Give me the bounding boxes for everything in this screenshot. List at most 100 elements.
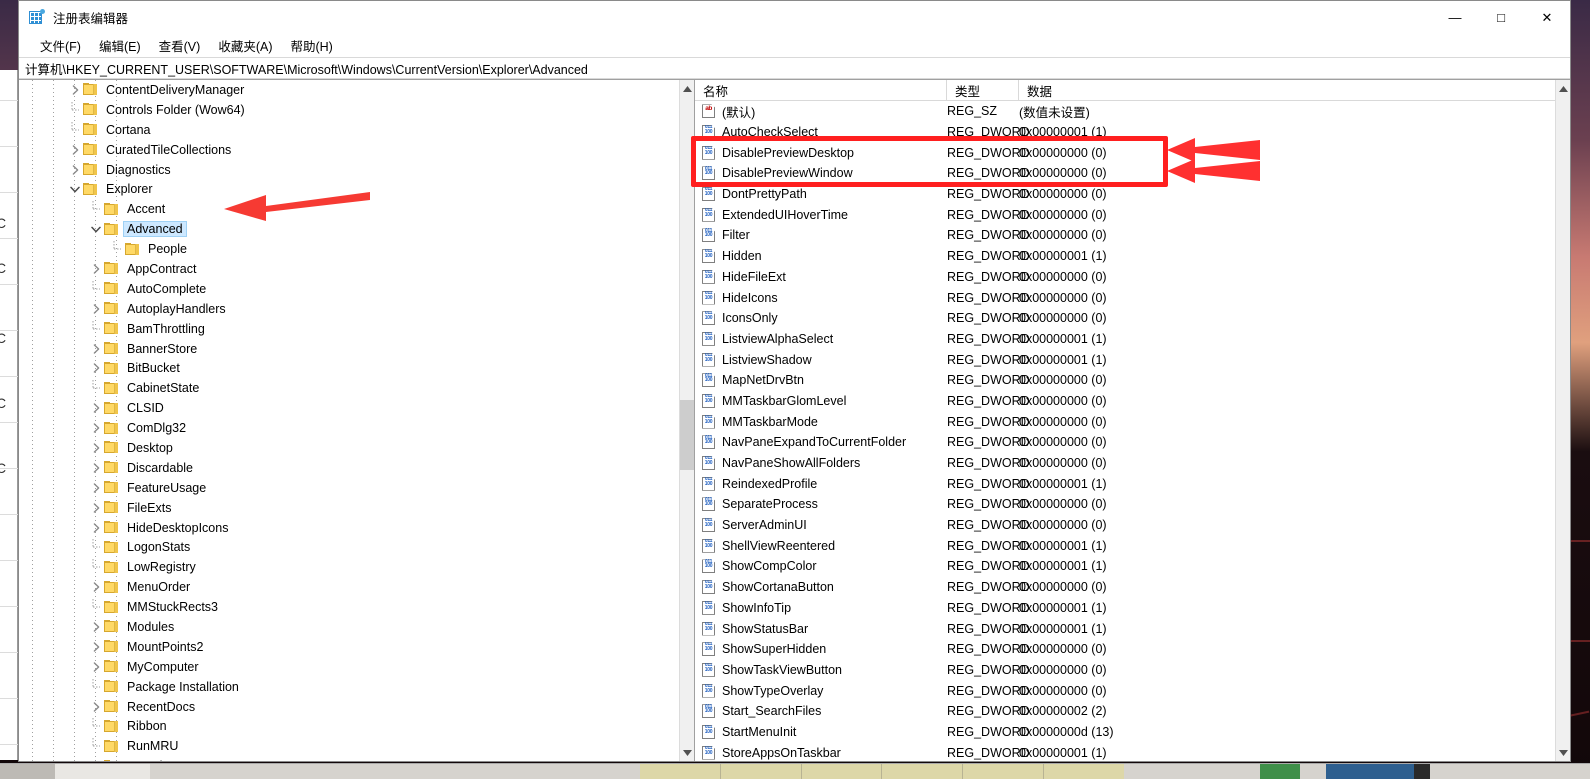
- tree-item-explorer[interactable]: Explorer: [19, 179, 679, 199]
- tree-item-menuorder[interactable]: MenuOrder: [19, 577, 679, 597]
- menu-item-0[interactable]: 文件(F): [31, 33, 90, 58]
- tree-item-search[interactable]: Search: [19, 756, 679, 761]
- tree-item-mycomputer[interactable]: MyComputer: [19, 657, 679, 677]
- registry-values-pane[interactable]: 名称 类型 数据 ab (默认) REG_SZ (数值未设置) 011 100 AutoCh…: [695, 80, 1570, 761]
- chevron-right-icon[interactable]: [88, 341, 104, 357]
- chevron-right-icon[interactable]: [88, 420, 104, 436]
- table-row[interactable]: 011 100 IconsOnly REG_DWORD 0x00000000 (0): [695, 308, 1555, 329]
- table-row[interactable]: 011 100 Hidden REG_DWORD 0x00000001 (1): [695, 246, 1555, 267]
- table-row[interactable]: 011 100 StoreAppsOnTaskbar REG_DWORD 0x00000…: [695, 742, 1555, 761]
- chevron-down-icon[interactable]: [88, 221, 104, 237]
- table-row[interactable]: 011 100 ShowTaskViewButton REG_DWORD 0x00000…: [695, 660, 1555, 681]
- tree-item-hidedesktopicons[interactable]: HideDesktopIcons: [19, 518, 679, 538]
- tree-item-curatedtilecollections[interactable]: CuratedTileCollections: [19, 140, 679, 160]
- tree-item-desktop[interactable]: Desktop: [19, 438, 679, 458]
- chevron-right-icon[interactable]: [88, 659, 104, 675]
- taskbar-segment[interactable]: [1326, 764, 1415, 779]
- table-row[interactable]: 011 100 Filter REG_DWORD 0x00000000 (0): [695, 225, 1555, 246]
- tree-item-clsid[interactable]: CLSID: [19, 398, 679, 418]
- tree-item-mountpoints2[interactable]: MountPoints2: [19, 637, 679, 657]
- tree-item-diagnostics[interactable]: Diagnostics: [19, 160, 679, 180]
- tree-item-lowregistry[interactable]: LowRegistry: [19, 557, 679, 577]
- table-row[interactable]: 011 100 AutoCheckSelect REG_DWORD 0x00000001…: [695, 122, 1555, 143]
- table-row[interactable]: 011 100 ShowCompColor REG_DWORD 0x00000001 (…: [695, 556, 1555, 577]
- chevron-right-icon[interactable]: [88, 758, 104, 761]
- tree-item-recentdocs[interactable]: RecentDocs: [19, 697, 679, 717]
- registry-tree-pane[interactable]: ContentDeliveryManager Controls Folder (W…: [19, 80, 695, 761]
- close-button[interactable]: ✕: [1524, 1, 1570, 33]
- taskbar-segment[interactable]: [1044, 764, 1125, 779]
- chevron-right-icon[interactable]: [88, 360, 104, 376]
- tree-item-featureusage[interactable]: FeatureUsage: [19, 478, 679, 498]
- taskbar[interactable]: [0, 763, 1590, 779]
- tree-item-controls-folder-wow64-[interactable]: Controls Folder (Wow64): [19, 100, 679, 120]
- tree-item-logonstats[interactable]: LogonStats: [19, 537, 679, 557]
- table-row[interactable]: 011 100 ShellViewReentered REG_DWORD 0x00000…: [695, 535, 1555, 556]
- tree-item-runmru[interactable]: RunMRU: [19, 736, 679, 756]
- chevron-right-icon[interactable]: [67, 142, 83, 158]
- table-row[interactable]: 011 100 Start_SearchFiles REG_DWORD 0x000000…: [695, 701, 1555, 722]
- tree-item-discardable[interactable]: Discardable: [19, 458, 679, 478]
- taskbar-segment[interactable]: [882, 764, 963, 779]
- table-row[interactable]: 011 100 NavPaneShowAllFolders REG_DWORD 0x00…: [695, 453, 1555, 474]
- list-scroll-down-arrow[interactable]: [1556, 744, 1570, 761]
- tree-item-advanced[interactable]: Advanced: [19, 219, 679, 239]
- column-header-name[interactable]: 名称: [695, 80, 947, 101]
- tree-scroll-up-arrow[interactable]: [680, 80, 694, 97]
- chevron-right-icon[interactable]: [88, 520, 104, 536]
- table-row[interactable]: 011 100 DisablePreviewDesktop REG_DWORD 0x00…: [695, 142, 1555, 163]
- taskbar-segment[interactable]: [149, 764, 640, 779]
- taskbar-segment[interactable]: [0, 764, 55, 779]
- taskbar-segment[interactable]: [1414, 764, 1431, 779]
- taskbar-segment[interactable]: [1124, 764, 1261, 779]
- chevron-right-icon[interactable]: [88, 261, 104, 277]
- tree-item-package-installation[interactable]: Package Installation: [19, 677, 679, 697]
- maximize-button[interactable]: □: [1478, 1, 1524, 33]
- chevron-down-icon[interactable]: [67, 181, 83, 197]
- tree-item-contentdeliverymanager[interactable]: ContentDeliveryManager: [19, 80, 679, 100]
- column-header-type[interactable]: 类型: [947, 80, 1019, 101]
- tree-item-bamthrottling[interactable]: BamThrottling: [19, 319, 679, 339]
- chevron-right-icon[interactable]: [67, 82, 83, 98]
- table-row[interactable]: 011 100 ListviewAlphaSelect REG_DWORD 0x0000…: [695, 329, 1555, 350]
- minimize-button[interactable]: —: [1432, 1, 1478, 33]
- chevron-right-icon[interactable]: [88, 460, 104, 476]
- taskbar-segment[interactable]: [1260, 764, 1301, 779]
- tree-item-modules[interactable]: Modules: [19, 617, 679, 637]
- tree-item-autoplayhandlers[interactable]: AutoplayHandlers: [19, 299, 679, 319]
- chevron-right-icon[interactable]: [88, 639, 104, 655]
- table-row[interactable]: 011 100 NavPaneExpandToCurrentFolder REG_DW…: [695, 432, 1555, 453]
- table-row[interactable]: 011 100 MMTaskbarGlomLevel REG_DWORD 0x00000…: [695, 391, 1555, 412]
- table-row[interactable]: ab (默认) REG_SZ (数值未设置): [695, 101, 1555, 122]
- list-vertical-scrollbar[interactable]: [1555, 80, 1570, 761]
- menu-item-2[interactable]: 查看(V): [150, 33, 210, 58]
- table-row[interactable]: 011 100 ShowSuperHidden REG_DWORD 0x00000000…: [695, 639, 1555, 660]
- tree-item-bitbucket[interactable]: BitBucket: [19, 358, 679, 378]
- taskbar-segment[interactable]: [963, 764, 1044, 779]
- tree-vertical-scrollbar[interactable]: [679, 80, 694, 761]
- tree-item-bannerstore[interactable]: BannerStore: [19, 339, 679, 359]
- table-row[interactable]: 011 100 SeparateProcess REG_DWORD 0x00000000…: [695, 494, 1555, 515]
- tree-item-ribbon[interactable]: Ribbon: [19, 717, 679, 737]
- taskbar-segment[interactable]: [1300, 764, 1327, 779]
- tree-scroll-down-arrow[interactable]: [680, 744, 694, 761]
- tree-item-cortana[interactable]: Cortana: [19, 120, 679, 140]
- taskbar-segment[interactable]: [54, 764, 150, 779]
- list-scroll-up-arrow[interactable]: [1556, 80, 1570, 97]
- table-row[interactable]: 011 100 ReindexedProfile REG_DWORD 0x0000000…: [695, 473, 1555, 494]
- table-row[interactable]: 011 100 ShowInfoTip REG_DWORD 0x00000001 (1): [695, 598, 1555, 619]
- tree-item-mmstuckrects3[interactable]: MMStuckRects3: [19, 597, 679, 617]
- table-row[interactable]: 011 100 MapNetDrvBtn REG_DWORD 0x00000000 (0…: [695, 370, 1555, 391]
- chevron-right-icon[interactable]: [88, 480, 104, 496]
- tree-scrollbar-thumb[interactable]: [680, 400, 694, 470]
- table-row[interactable]: 011 100 ShowTypeOverlay REG_DWORD 0x00000000…: [695, 680, 1555, 701]
- table-row[interactable]: 011 100 HideFileExt REG_DWORD 0x00000000 (0): [695, 267, 1555, 288]
- table-row[interactable]: 011 100 DontPrettyPath REG_DWORD 0x00000000 …: [695, 184, 1555, 205]
- column-header-data[interactable]: 数据: [1019, 80, 1570, 101]
- chevron-right-icon[interactable]: [88, 440, 104, 456]
- table-row[interactable]: 011 100 ExtendedUIHoverTime REG_DWORD 0x0000…: [695, 204, 1555, 225]
- chevron-right-icon[interactable]: [88, 400, 104, 416]
- table-row[interactable]: 011 100 DisablePreviewWindow REG_DWORD 0x000…: [695, 163, 1555, 184]
- tree-item-accent[interactable]: Accent: [19, 199, 679, 219]
- tree-item-cabinetstate[interactable]: CabinetState: [19, 378, 679, 398]
